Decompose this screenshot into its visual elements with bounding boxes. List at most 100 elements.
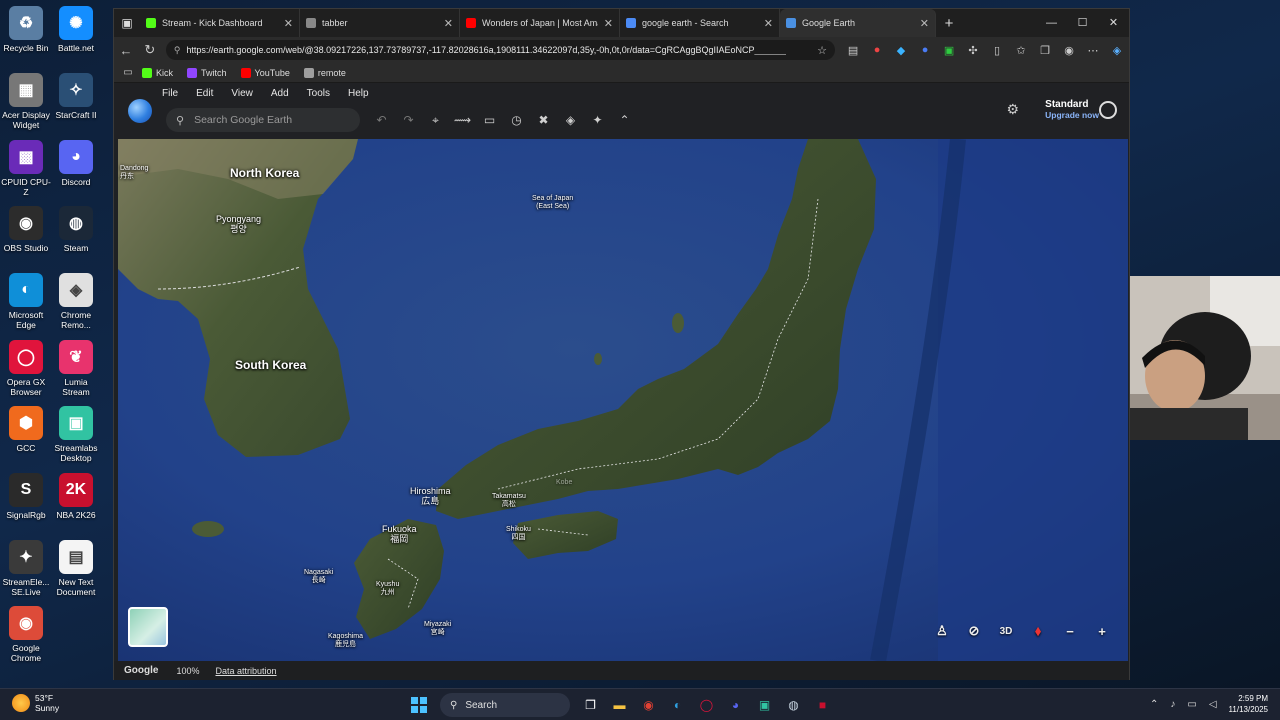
desktop-icon[interactable]: 2K NBA 2K26 <box>50 473 102 520</box>
desktop-icon[interactable]: ◕ Discord <box>50 140 102 187</box>
tray-overflow-icon[interactable]: ⌃ <box>1150 699 1158 710</box>
weather-widget[interactable]: 53°F Sunny <box>12 693 59 713</box>
zoom-in-button[interactable]: + <box>1086 624 1118 639</box>
bookmark-item[interactable]: Kick <box>142 67 173 78</box>
browser-tab[interactable]: tabber ✕ <box>300 9 460 37</box>
bookmark-item[interactable]: YouTube <box>240 67 290 78</box>
browser-tab[interactable]: Google Earth ✕ <box>780 9 936 37</box>
close-tab-icon[interactable]: ✕ <box>444 17 453 30</box>
menu-item-tools[interactable]: Tools <box>307 87 330 101</box>
data-attribution-link[interactable]: Data attribution <box>215 666 276 676</box>
browser-tab[interactable]: google earth - Search ✕ <box>620 9 780 37</box>
map-style-icon[interactable]: ◈ <box>557 110 584 130</box>
pegman-icon[interactable]: ♙ <box>926 623 958 639</box>
zoom-out-button[interactable]: − <box>1054 624 1086 639</box>
discord-taskbar-icon[interactable]: ◕ <box>721 693 750 717</box>
compass-icon[interactable]: ⬧ <box>1022 623 1054 639</box>
collections-icon[interactable]: ❐ <box>1033 44 1057 57</box>
back-button[interactable]: ← <box>114 43 138 58</box>
opera-gx-taskbar-icon[interactable]: ◯ <box>692 693 721 717</box>
edge-taskbar-icon[interactable]: ◐ <box>663 693 692 717</box>
extension-icon[interactable]: ● <box>913 44 937 56</box>
tilt-toggle-icon[interactable]: ⊘ <box>958 623 990 639</box>
extension-icon[interactable]: ● <box>865 44 889 56</box>
desktop-icon[interactable]: ◉ Google Chrome <box>0 606 52 663</box>
volume-icon[interactable]: ◁ <box>1209 699 1217 710</box>
feeling-lucky-icon[interactable]: ✦ <box>584 110 611 130</box>
settings-gear-icon[interactable]: ⚙ <box>1006 101 1019 118</box>
maximize-button[interactable]: ☐ <box>1067 9 1098 37</box>
chrome-taskbar-icon[interactable]: ◉ <box>634 693 663 717</box>
close-tab-icon[interactable]: ✕ <box>604 17 613 30</box>
desktop-icon[interactable]: ⬢ GCC <box>0 406 52 453</box>
close-window-button[interactable]: ✕ <box>1098 9 1129 37</box>
taskbar-search-input[interactable] <box>465 699 526 711</box>
account-icon[interactable] <box>1099 101 1117 119</box>
clock[interactable]: 2:59 PM 11/13/2025 <box>1229 693 1268 715</box>
close-tab-icon[interactable]: ✕ <box>920 17 929 30</box>
bookmark-item[interactable]: remote <box>303 67 346 78</box>
desktop-icon[interactable]: ◉ OBS Studio <box>0 206 52 253</box>
desktop-icon[interactable]: ▤ New Text Document <box>50 540 102 597</box>
voyager-icon[interactable]: ✖ <box>530 110 557 130</box>
historical-imagery-icon[interactable]: ◷ <box>503 110 530 130</box>
menu-item-view[interactable]: View <box>231 87 253 101</box>
network-icon[interactable]: ▭ <box>1187 699 1196 710</box>
desktop-icon[interactable]: ✦ StreamEle... SE.Live <box>0 540 52 597</box>
desktop-icon[interactable]: S SignalRgb <box>0 473 52 520</box>
desktop-icon[interactable]: ◯ Opera GX Browser <box>0 340 52 397</box>
measure-icon[interactable]: ▭ <box>476 110 503 130</box>
extension-icon[interactable]: ◆ <box>889 44 913 57</box>
browser-tab[interactable]: Stream - Kick Dashboard ✕ <box>140 9 300 37</box>
streamlabs-taskbar-icon[interactable]: ▣ <box>750 693 779 717</box>
start-button[interactable] <box>408 694 430 716</box>
plan-badge[interactable]: Standard Upgrade now <box>1045 99 1099 120</box>
reload-button[interactable]: ↻ <box>138 42 162 58</box>
desktop-icon[interactable]: ✧ StarCraft II <box>50 73 102 120</box>
desktop-icon[interactable]: ♻ Recycle Bin <box>0 6 52 53</box>
address-bar[interactable]: ⚲ ☆ <box>165 40 836 60</box>
close-tab-icon[interactable]: ✕ <box>284 17 293 30</box>
favorites-icon[interactable]: ✩ <box>1009 44 1033 57</box>
view-3d-button[interactable]: 3D <box>990 626 1022 637</box>
upgrade-link[interactable]: Upgrade now <box>1045 110 1099 120</box>
earth-search-box[interactable]: ⚲ <box>166 108 360 132</box>
redo-icon[interactable]: ↷ <box>395 110 422 130</box>
menu-item-add[interactable]: Add <box>271 87 289 101</box>
menu-item-file[interactable]: File <box>162 87 178 101</box>
bookmarks-menu-icon[interactable]: ▭ <box>120 67 136 78</box>
undo-icon[interactable]: ↶ <box>368 110 395 130</box>
split-screen-icon[interactable]: ▯ <box>985 44 1009 57</box>
favorite-star-icon[interactable]: ☆ <box>817 44 827 57</box>
microphone-icon[interactable]: ♪ <box>1170 699 1175 710</box>
profile-avatar[interactable]: ◉ <box>1057 44 1081 57</box>
desktop-icon[interactable]: ❦ Lumia Stream <box>50 340 102 397</box>
copilot-icon[interactable]: ◈ <box>1105 44 1129 57</box>
url-input[interactable] <box>186 45 787 55</box>
task-view-icon[interactable]: ❐ <box>576 693 605 717</box>
close-tab-icon[interactable]: ✕ <box>764 17 773 30</box>
desktop-icon[interactable]: ▣ Streamlabs Desktop <box>50 406 102 463</box>
extensions-puzzle-icon[interactable]: ✣ <box>961 44 985 57</box>
google-earth-logo[interactable] <box>128 99 152 123</box>
add-placemark-icon[interactable]: ⌖ <box>422 110 449 130</box>
desktop-icon[interactable]: ▩ CPUID CPU-Z <box>0 140 52 197</box>
earth-search-input[interactable] <box>194 114 345 126</box>
earth-map-view[interactable]: Dandong 丹东 North Korea Pyongyang 평양 Sout… <box>118 139 1128 661</box>
desktop-icon[interactable]: ◈ Chrome Remo... <box>50 273 102 330</box>
nba2k-taskbar-icon[interactable]: ■ <box>808 693 837 717</box>
taskbar-search[interactable]: ⚲ <box>440 693 570 717</box>
extension-icon[interactable]: ▣ <box>937 44 961 57</box>
extension-icon[interactable]: ▤ <box>841 44 865 57</box>
settings-more-icon[interactable]: ⋯ <box>1081 44 1105 57</box>
tab-actions-icon[interactable]: ▣ <box>114 9 140 37</box>
desktop-icon[interactable]: ◍ Steam <box>50 206 102 253</box>
desktop-icon[interactable]: ✺ Battle.net <box>50 6 102 53</box>
site-info-icon[interactable]: ⚲ <box>174 45 181 56</box>
collapse-toolbar-icon[interactable]: ⌃ <box>611 110 638 130</box>
desktop-icon[interactable]: ▦ Acer Display Widget <box>0 73 52 130</box>
steam-taskbar-icon[interactable]: ◍ <box>779 693 808 717</box>
file-explorer-icon[interactable]: ▬ <box>605 693 634 717</box>
map-layer-toggle[interactable] <box>128 607 168 647</box>
menu-item-edit[interactable]: Edit <box>196 87 213 101</box>
